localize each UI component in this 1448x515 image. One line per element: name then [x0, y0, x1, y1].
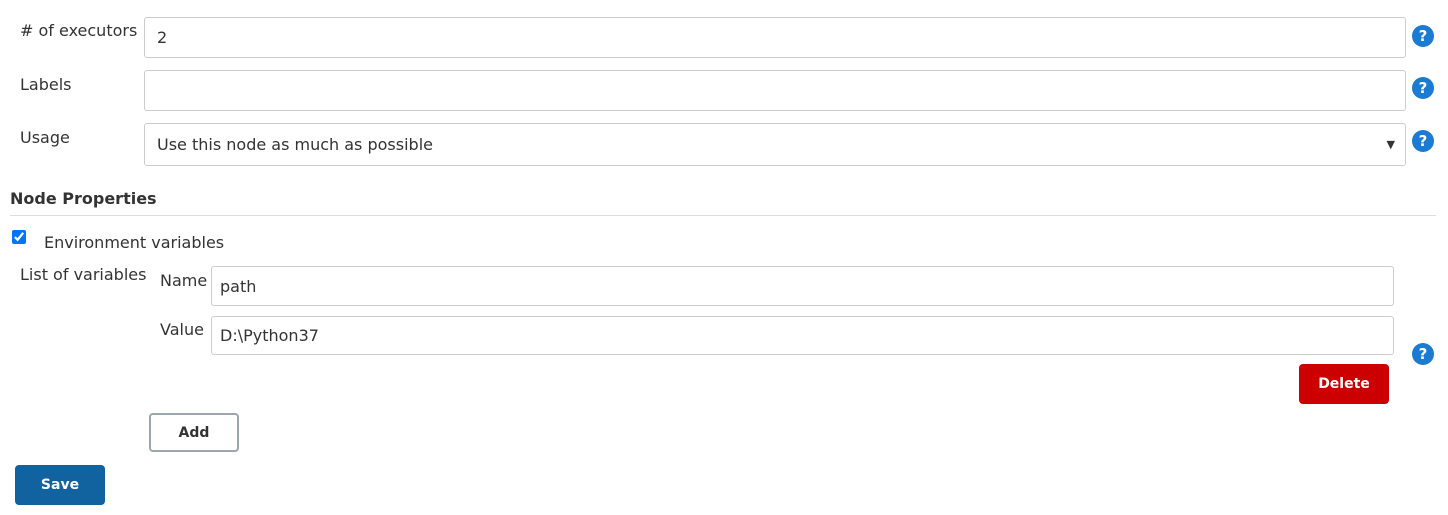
value-label: Value: [160, 320, 204, 339]
add-button[interactable]: Add: [149, 413, 239, 452]
list-of-variables-label: List of variables: [20, 265, 147, 284]
divider: [10, 215, 1436, 216]
executors-input[interactable]: 2: [144, 17, 1406, 58]
help-icon[interactable]: ?: [1412, 77, 1434, 99]
value-input[interactable]: D:\Python37: [211, 316, 1394, 355]
section-title: Node Properties: [10, 189, 157, 208]
env-vars-label: Environment variables: [44, 233, 225, 252]
help-icon[interactable]: ?: [1412, 130, 1434, 152]
env-vars-checkbox[interactable]: [12, 230, 26, 244]
usage-label: Usage: [20, 128, 70, 147]
labels-input[interactable]: [144, 70, 1406, 111]
delete-button[interactable]: Delete: [1299, 364, 1389, 404]
executors-label: # of executors: [20, 21, 138, 40]
usage-selected: Use this node as much as possible: [157, 135, 433, 154]
name-input[interactable]: path: [211, 266, 1394, 306]
usage-select[interactable]: Use this node as much as possible ▼: [144, 123, 1406, 166]
name-label: Name: [160, 271, 208, 290]
save-button[interactable]: Save: [15, 465, 105, 505]
dropdown-arrow-icon: ▼: [1386, 138, 1395, 151]
labels-label: Labels: [20, 75, 72, 94]
help-icon[interactable]: ?: [1412, 343, 1434, 365]
help-icon[interactable]: ?: [1412, 25, 1434, 47]
